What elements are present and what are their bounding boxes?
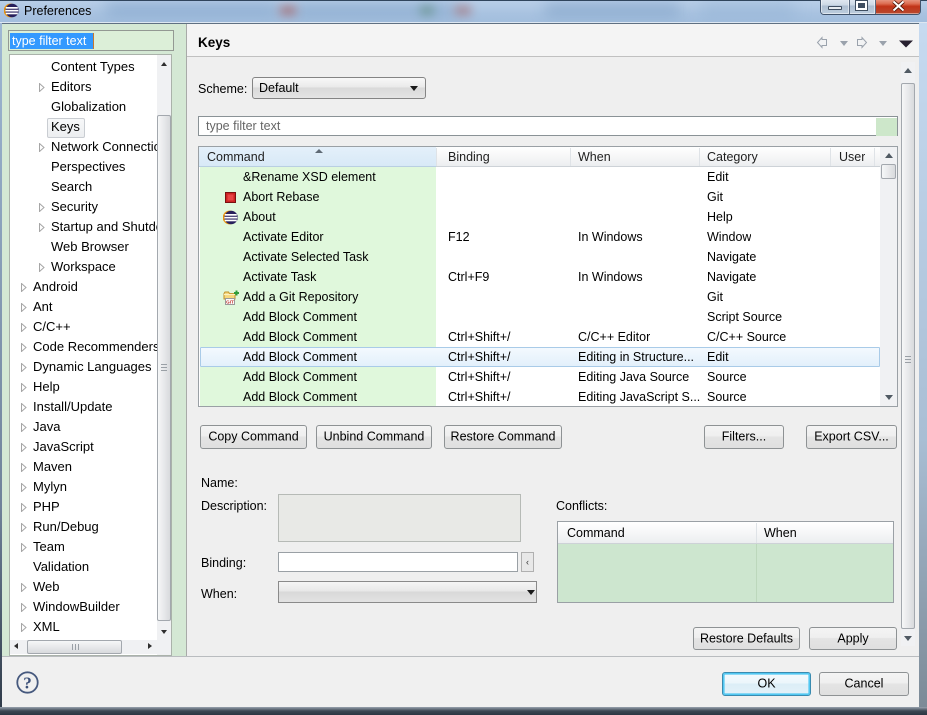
svg-text:?: ?	[23, 674, 32, 693]
svg-text:GIT: GIT	[226, 300, 234, 305]
